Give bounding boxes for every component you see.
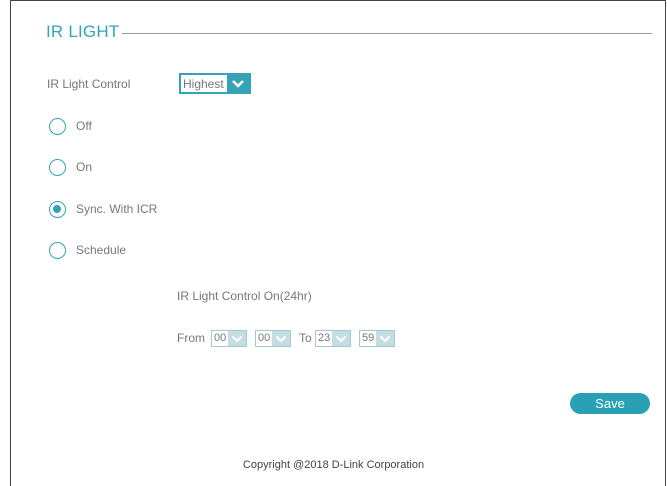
radio-sync-with-icr[interactable] (49, 201, 66, 218)
chevron-down-icon (228, 331, 247, 346)
ir-light-control-value: Highest (183, 77, 224, 91)
to-label: To (299, 331, 312, 345)
to-minute-value: 59 (362, 332, 375, 344)
chevron-down-icon (332, 331, 351, 346)
chevron-down-icon (226, 75, 249, 92)
from-minute-select[interactable]: 00 (255, 330, 292, 347)
to-hour-value: 23 (318, 332, 331, 344)
to-hour-select[interactable]: 23 (315, 330, 352, 347)
section-divider (122, 33, 652, 34)
schedule-title: IR Light Control On(24hr) (177, 289, 312, 303)
copyright-text: Copyright @2018 D-Link Corporation (242, 459, 425, 471)
chevron-down-icon (376, 331, 395, 346)
from-hour-select[interactable]: 00 (211, 330, 248, 347)
radio-schedule-label: Schedule (76, 243, 127, 257)
chevron-down-icon (272, 331, 291, 346)
from-hour-value: 00 (214, 332, 227, 344)
from-label: From (177, 331, 205, 345)
ir-light-control-select[interactable]: Highest (179, 73, 251, 94)
radio-sync-with-icr-label: Sync. With ICR (76, 202, 158, 216)
radio-off-label: Off (76, 119, 92, 133)
to-minute-select[interactable]: 59 (359, 330, 396, 347)
radio-on[interactable] (49, 159, 66, 176)
radio-off[interactable] (49, 118, 66, 135)
from-minute-value: 00 (258, 332, 271, 344)
radio-on-label: On (76, 160, 93, 174)
save-button[interactable]: Save (570, 393, 650, 414)
ir-light-control-label: IR Light Control (47, 77, 131, 91)
section-title: IR LIGHT (46, 22, 120, 41)
radio-schedule[interactable] (49, 242, 66, 259)
